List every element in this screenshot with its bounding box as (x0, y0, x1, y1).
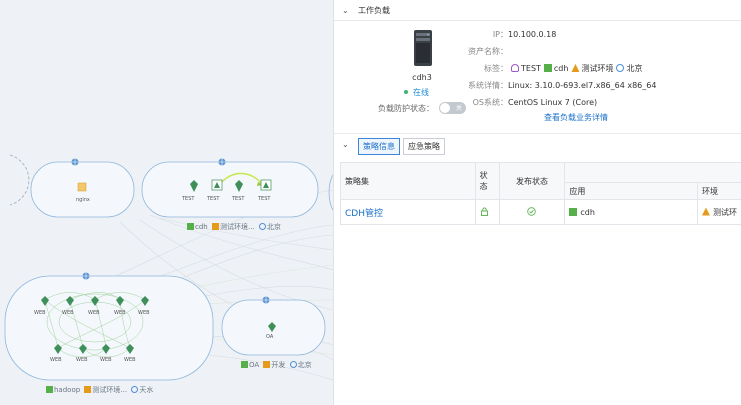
topology-canvas[interactable]: nginx TEST TEST TEST TEST WEB WEB WEB WE… (0, 0, 333, 405)
policy-section-header[interactable]: ⌄ (334, 134, 354, 154)
policy-set-name[interactable]: CDH管控 (345, 209, 383, 219)
node-web-label: WEB (100, 357, 112, 363)
node-test-label: TEST (182, 196, 195, 202)
app-root: nginx TEST TEST TEST TEST WEB WEB WEB WE… (0, 0, 741, 405)
globe-icon (218, 158, 226, 166)
col-header-state: 状态 (474, 162, 500, 200)
policy-table: 策略集 状态 发布状态 应用 环境 CDH管控 cdh 测试环 (340, 162, 741, 225)
tags-row: 标签： TEST cdh 测试环境 北京 (438, 63, 642, 74)
group-cdh (141, 161, 319, 218)
check-circle-icon (527, 206, 537, 216)
env-icon (263, 361, 271, 368)
os-label: OS系统： (472, 98, 508, 107)
location-icon (258, 223, 266, 230)
globe-icon (82, 272, 90, 280)
workload-panel: ⌄ 工作负载 cdh3 在线 负载防护状态： 关 IP：10.100.0.18 … (333, 0, 741, 405)
node-web-label: WEB (88, 310, 100, 316)
node-web-label: WEB (50, 357, 62, 363)
node-test-label: TEST (207, 196, 220, 202)
env-icon (701, 207, 710, 216)
chevron-down-icon[interactable]: ⌄ (342, 140, 352, 149)
app-icon (187, 223, 194, 230)
os-detail-label: 系统详情： (468, 81, 508, 90)
ip-label: IP： (492, 30, 508, 39)
node-test-label: TEST (258, 196, 271, 202)
node-web-label: WEB (114, 310, 126, 316)
col-header-app: 应用 (564, 182, 698, 200)
host-status: 在线 (404, 87, 429, 98)
app-icon (569, 207, 578, 216)
os-detail-value: Linux: 3.10.0-693.el7.x86_64 x86_64 (508, 81, 657, 90)
node-web-label: WEB (76, 357, 88, 363)
os-row: OS系统：CentOS Linux 7 (Core) (438, 97, 598, 108)
workload-section-title: 工作负载 (358, 5, 390, 15)
app-icon (46, 386, 53, 393)
ip-value: 10.100.0.18 (508, 30, 557, 39)
topology-graph (4, 154, 333, 381)
env-icon (211, 223, 219, 230)
asset-row: 资产名称： (438, 46, 508, 57)
table-row[interactable]: CDH管控 cdh 测试环 (340, 199, 741, 225)
globe-icon (71, 158, 79, 166)
app-icon (543, 64, 552, 72)
node-test-label: TEST (232, 196, 245, 202)
group-hadoop (4, 275, 214, 381)
node-web-label: WEB (34, 310, 46, 316)
chevron-down-icon[interactable]: ⌄ (342, 6, 352, 15)
location-icon (616, 64, 625, 72)
group-caption-cdh: cdh 测试环境... 北京 (187, 222, 281, 232)
group-caption-oa: OA 开发 北京 (241, 360, 312, 370)
node-nginx-label: nginx (76, 197, 90, 203)
lock-icon (480, 207, 488, 216)
table-header-row: 策略集 状态 发布状态 (340, 162, 741, 200)
divider (334, 133, 741, 134)
col-header-set: 策略集 (340, 162, 476, 200)
os-value: CentOS Linux 7 (Core) (508, 98, 598, 107)
col-header-env: 环境 (696, 182, 741, 200)
app-cell: cdh (564, 199, 698, 225)
asset-label: 资产名称： (468, 47, 508, 56)
node-web-label: WEB (124, 357, 136, 363)
status-dot (404, 90, 408, 94)
tag-role: TEST (521, 64, 541, 73)
view-detail-link[interactable]: 查看负载业务详情 (544, 112, 608, 123)
node-web-label: WEB (138, 310, 150, 316)
col-header-group (564, 162, 741, 183)
tag-loc: 北京 (626, 64, 643, 73)
location-icon (131, 386, 139, 393)
node-web-label: WEB (62, 310, 74, 316)
tag-env: 测试环境 (581, 64, 614, 73)
publish-cell (498, 199, 566, 225)
tags-label: 标签： (484, 64, 508, 73)
location-icon (289, 361, 297, 368)
ip-row: IP：10.100.0.18 (438, 29, 557, 40)
role-icon (511, 64, 519, 72)
tab-policy-info[interactable]: 策略信息 (358, 138, 400, 155)
divider (334, 20, 741, 21)
guard-label: 负载防护状态： (378, 103, 434, 113)
globe-icon (262, 296, 270, 304)
group-caption-hadoop: hadoop 测试环境... 天水 (46, 385, 153, 395)
workload-section-header[interactable]: ⌄ 工作负载 (334, 0, 741, 20)
policy-set-link[interactable]: CDH管控 (340, 199, 476, 225)
tag-app: cdh (553, 64, 569, 73)
os-detail-row: 系统详情：Linux: 3.10.0-693.el7.x86_64 x86_64 (438, 80, 656, 91)
env-icon (84, 386, 92, 393)
env-icon (571, 64, 580, 72)
state-cell (474, 199, 500, 225)
policy-tabs: 策略信息 应急策略 (358, 138, 448, 155)
node-oa-label: OA (266, 334, 274, 340)
app-icon (241, 361, 248, 368)
tab-emergency-policy[interactable]: 应急策略 (403, 138, 445, 155)
col-header-publish: 发布状态 (498, 162, 566, 200)
server-icon (414, 30, 432, 66)
env-cell: 测试环 (696, 199, 741, 225)
